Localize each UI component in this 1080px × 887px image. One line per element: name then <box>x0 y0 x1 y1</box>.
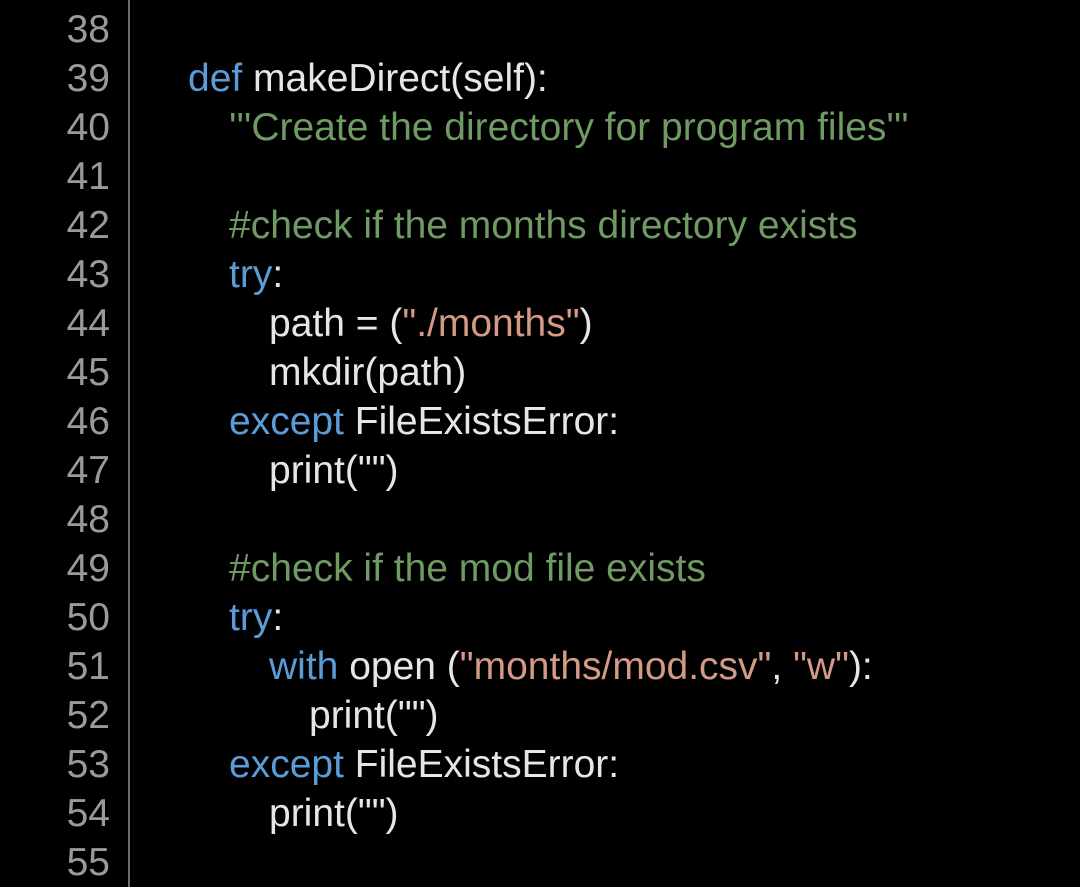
code-line[interactable]: 52 print("") <box>0 691 1080 740</box>
code-token-plain: print("") <box>269 792 399 835</box>
code-line[interactable]: 51 with open ("months/mod.csv", "w"): <box>0 642 1080 691</box>
code-token-plain: ): <box>848 645 873 688</box>
code-line[interactable]: 38 <box>0 5 1080 54</box>
code-token-plain: ) <box>579 302 593 345</box>
code-token-kw: except <box>229 400 344 443</box>
line-code: except FileExistsError: <box>229 397 619 446</box>
code-line[interactable]: 41 <box>0 152 1080 201</box>
code-line[interactable]: 55 <box>0 838 1080 887</box>
code-token-kw: try <box>229 253 273 296</box>
code-token-str: "w" <box>793 645 849 688</box>
code-line[interactable]: 43 try: <box>0 250 1080 299</box>
code-token-str: "months/mod.csv" <box>459 645 772 688</box>
code-token-plain: path = ( <box>269 302 403 345</box>
line-number: 40 <box>66 106 110 149</box>
line-code: '''Create the directory for program file… <box>229 103 909 152</box>
code-token-plain: print("") <box>309 694 439 737</box>
line-number: 41 <box>66 155 110 198</box>
line-number: 53 <box>66 743 110 786</box>
code-token-plain: makeDirect(self): <box>242 57 548 100</box>
code-token-plain: open ( <box>338 645 460 688</box>
code-line[interactable]: 42 #check if the months directory exists <box>0 201 1080 250</box>
code-line[interactable]: 46 except FileExistsError: <box>0 397 1080 446</box>
code-line[interactable]: 48 <box>0 495 1080 544</box>
line-number: 49 <box>66 547 110 590</box>
code-editor[interactable]: 38 39 def makeDirect(self): 40 '''Create t… <box>0 0 1080 887</box>
code-token-plain: : <box>272 596 284 639</box>
line-code: path = ("./months") <box>269 299 593 348</box>
code-line[interactable]: 44 path = ("./months") <box>0 299 1080 348</box>
line-number: 43 <box>66 253 110 296</box>
code-token-plain: FileExistsError: <box>343 743 620 786</box>
code-token-plain: mkdir(path) <box>269 351 467 394</box>
code-token-kw: with <box>269 645 339 688</box>
line-number: 38 <box>66 8 110 51</box>
line-number: 47 <box>66 449 110 492</box>
code-line[interactable]: 53 except FileExistsError: <box>0 740 1080 789</box>
line-code: try: <box>229 250 283 299</box>
line-code: mkdir(path) <box>269 348 466 397</box>
code-token-doc: '''Create the directory for program file… <box>229 106 909 149</box>
line-code: try: <box>229 593 283 642</box>
code-token-plain: : <box>272 253 284 296</box>
line-number: 51 <box>66 645 110 688</box>
code-line[interactable]: 54 print("") <box>0 789 1080 838</box>
line-code: def makeDirect(self): <box>188 54 548 103</box>
code-token-kw: except <box>229 743 344 786</box>
line-code: #check if the mod file exists <box>229 544 706 593</box>
line-code: print("") <box>269 446 399 495</box>
line-number: 44 <box>66 302 110 345</box>
line-code: except FileExistsError: <box>229 740 619 789</box>
code-token-plain: print("") <box>269 449 399 492</box>
line-number: 46 <box>66 400 110 443</box>
line-code: #check if the months directory exists <box>229 201 858 250</box>
line-number: 45 <box>66 351 110 394</box>
code-line[interactable]: 50 try: <box>0 593 1080 642</box>
code-line[interactable]: 40 '''Create the directory for program fi… <box>0 103 1080 152</box>
code-token-plain: , <box>771 645 794 688</box>
line-number: 55 <box>66 841 110 884</box>
line-code: with open ("months/mod.csv", "w"): <box>269 642 873 691</box>
line-number: 54 <box>66 792 110 835</box>
code-token-plain: FileExistsError: <box>343 400 620 443</box>
code-line[interactable]: 49 #check if the mod file exists <box>0 544 1080 593</box>
code-token-cmt: #check if the mod file exists <box>229 547 706 590</box>
code-token-str: "./months" <box>402 302 580 345</box>
line-number: 48 <box>66 498 110 541</box>
code-line[interactable]: 45 mkdir(path) <box>0 348 1080 397</box>
code-token-cmt: #check if the months directory exists <box>229 204 858 247</box>
line-code: print("") <box>309 691 439 740</box>
code-token-kw: def <box>188 57 243 100</box>
line-number: 52 <box>66 694 110 737</box>
code-token-kw: try <box>229 596 273 639</box>
line-number: 39 <box>66 57 110 100</box>
line-number: 50 <box>66 596 110 639</box>
line-code: print("") <box>269 789 399 838</box>
code-line[interactable]: 39 def makeDirect(self): <box>0 54 1080 103</box>
line-number: 42 <box>66 204 110 247</box>
code-line[interactable]: 47 print("") <box>0 446 1080 495</box>
